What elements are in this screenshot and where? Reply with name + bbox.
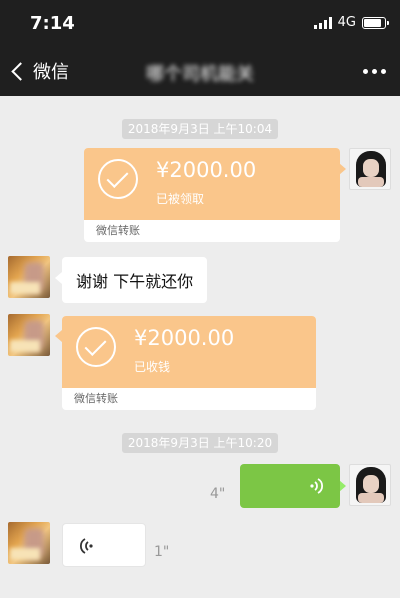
bubble-tail [339,480,346,492]
check-circle-icon [76,327,116,367]
more-dot-icon [363,69,368,74]
transfer-amount: ¥2000.00 [156,158,257,182]
bubble-tail [55,330,62,342]
status-bar: 7:14 4G [0,0,400,46]
voice-wave-icon [310,478,324,494]
avatar-self[interactable] [349,148,391,190]
voice-wave-icon [79,538,93,554]
avatar-self[interactable] [349,464,391,506]
avatar-friend[interactable] [8,256,50,298]
status-indicators: 4G [313,15,389,30]
check-circle-icon [98,159,138,199]
voice-message-received[interactable] [62,523,146,567]
transfer-card-sent[interactable]: ¥2000.00 已被领取 微信转账 [84,148,340,242]
timestamp: 2018年9月3日 上午10:04 [121,119,279,139]
bubble-tail [55,272,62,284]
transfer-footer: 微信转账 [74,392,118,405]
timestamp: 2018年9月3日 上午10:20 [121,433,279,453]
avatar-friend[interactable] [8,314,50,356]
battery-icon [362,16,389,29]
time-divider: 2018年9月3日 上午10:04 [0,118,400,139]
transfer-amount: ¥2000.00 [134,326,235,350]
status-time: 7:14 [30,13,75,34]
voice-duration: 1" [154,544,170,560]
avatar-friend[interactable] [8,522,50,564]
chat-title: 哪个司机能关 [146,64,254,85]
bubble-tail [339,163,346,175]
transfer-status: 已被领取 [156,192,205,206]
network-type: 4G [337,15,356,30]
message-text[interactable]: 谢谢 下午就还你 [62,257,208,303]
transfer-card-received[interactable]: ¥2000.00 已收钱 微信转账 [62,316,316,410]
time-divider: 2018年9月3日 上午10:20 [0,432,400,453]
signal-icon [313,16,332,29]
more-dot-icon [381,69,386,74]
voice-message-sent[interactable] [240,464,340,508]
more-button[interactable] [363,69,386,74]
transfer-footer: 微信转账 [96,224,140,237]
nav-bar: 微信 哪个司机能关 [0,46,400,96]
transfer-status: 已收钱 [134,360,171,374]
more-dot-icon [372,69,377,74]
voice-duration: 4" [210,486,226,502]
